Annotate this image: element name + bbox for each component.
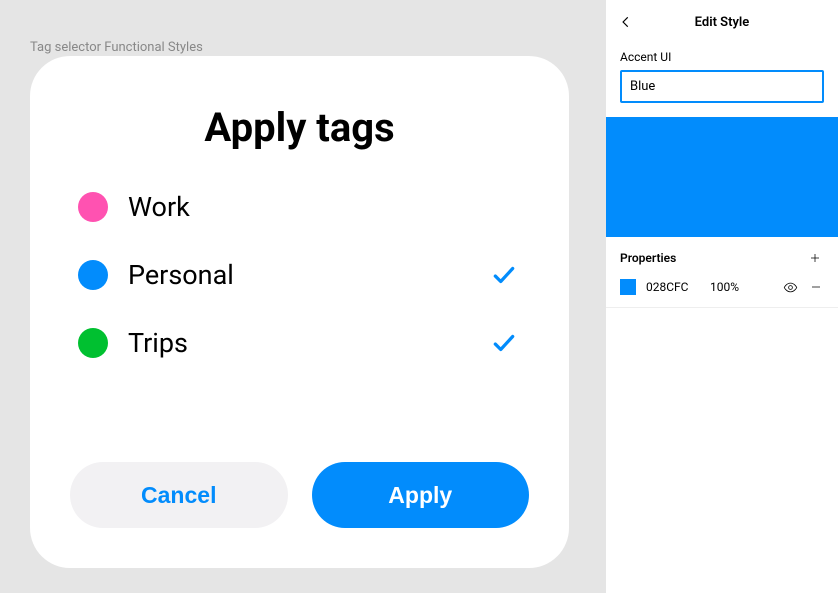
tag-color-dot — [78, 192, 108, 222]
properties-title: Properties — [620, 251, 676, 265]
cancel-button[interactable]: Cancel — [70, 462, 288, 528]
design-canvas: Tag selector Functional Styles Apply tag… — [0, 0, 605, 593]
hex-value[interactable]: 028CFC — [646, 280, 700, 294]
tag-name: Work — [128, 191, 529, 223]
add-property-button[interactable] — [806, 249, 824, 267]
visibility-toggle-icon[interactable] — [782, 279, 798, 295]
property-row: 028CFC 100% — [620, 279, 824, 295]
card-actions: Cancel Apply — [70, 462, 529, 528]
properties-section: Properties 028CFC 100% — [606, 237, 838, 307]
back-button[interactable] — [606, 0, 646, 44]
style-name-input[interactable] — [620, 70, 824, 103]
panel-header: Edit Style — [606, 0, 838, 44]
tag-name: Personal — [128, 259, 469, 291]
apply-button[interactable]: Apply — [312, 462, 530, 528]
color-preview[interactable] — [606, 117, 838, 237]
section-label: Accent UI — [620, 50, 824, 64]
remove-property-button[interactable] — [808, 279, 824, 295]
divider — [606, 307, 838, 308]
card-title: Apply tags — [70, 104, 529, 151]
tag-selector-card: Apply tags Work Personal Trips — [30, 56, 569, 568]
frame-label: Tag selector Functional Styles — [30, 40, 203, 55]
tag-item-trips[interactable]: Trips — [78, 327, 529, 359]
tag-name: Trips — [128, 327, 469, 359]
opacity-value[interactable]: 100% — [710, 280, 752, 294]
tag-color-dot — [78, 328, 108, 358]
style-name-section: Accent UI — [606, 44, 838, 117]
check-icon — [489, 260, 519, 290]
tag-item-work[interactable]: Work — [78, 191, 529, 223]
tag-color-dot — [78, 260, 108, 290]
check-icon — [489, 328, 519, 358]
color-swatch[interactable] — [620, 279, 636, 295]
tag-list: Work Personal Trips — [70, 191, 529, 432]
tag-item-personal[interactable]: Personal — [78, 259, 529, 291]
edit-style-panel: Edit Style Accent UI Properties 028CFC 1… — [605, 0, 838, 593]
